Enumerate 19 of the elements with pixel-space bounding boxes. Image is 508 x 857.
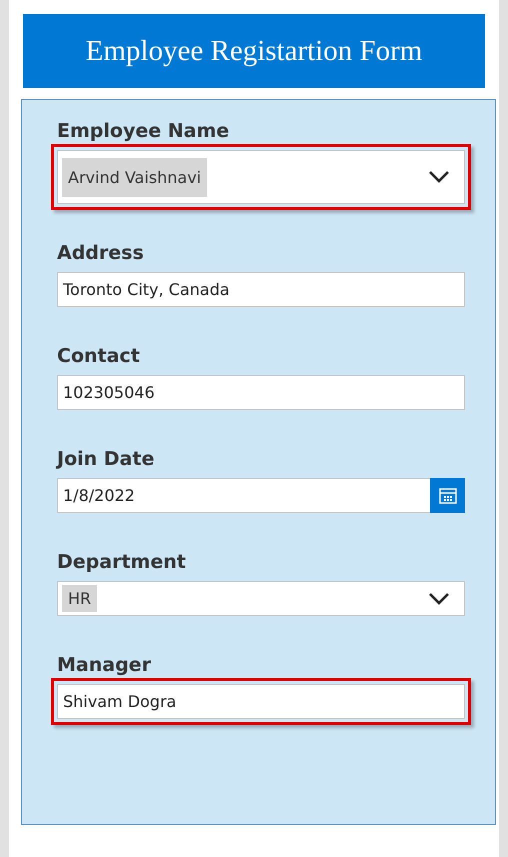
dropdown-field[interactable]: HR (57, 581, 465, 616)
dropdown-field[interactable]: Arvind Vaishnavi (57, 150, 465, 204)
input-field[interactable]: Toronto City, Canada (57, 272, 465, 307)
field-label: Manager (57, 654, 152, 676)
field-label: Join Date (57, 448, 156, 470)
form-title: Employee Registartion Form (86, 34, 422, 68)
field-label: Employee Name (57, 120, 230, 142)
field-label: Address (57, 242, 145, 264)
chevron-down-icon (428, 170, 450, 184)
chevron-down-icon (428, 592, 450, 606)
selected-value: Arvind Vaishnavi (62, 158, 208, 196)
input-field[interactable]: Shivam Dogra (57, 684, 465, 719)
selected-value: HR (62, 585, 98, 612)
field-label: Contact (57, 345, 141, 367)
date-field[interactable]: 1/8/2022 (57, 478, 465, 513)
input-field[interactable]: 102305046 (57, 375, 465, 410)
calendar-icon (438, 488, 456, 504)
calendar-button[interactable] (430, 478, 465, 513)
field-label: Department (57, 551, 187, 573)
